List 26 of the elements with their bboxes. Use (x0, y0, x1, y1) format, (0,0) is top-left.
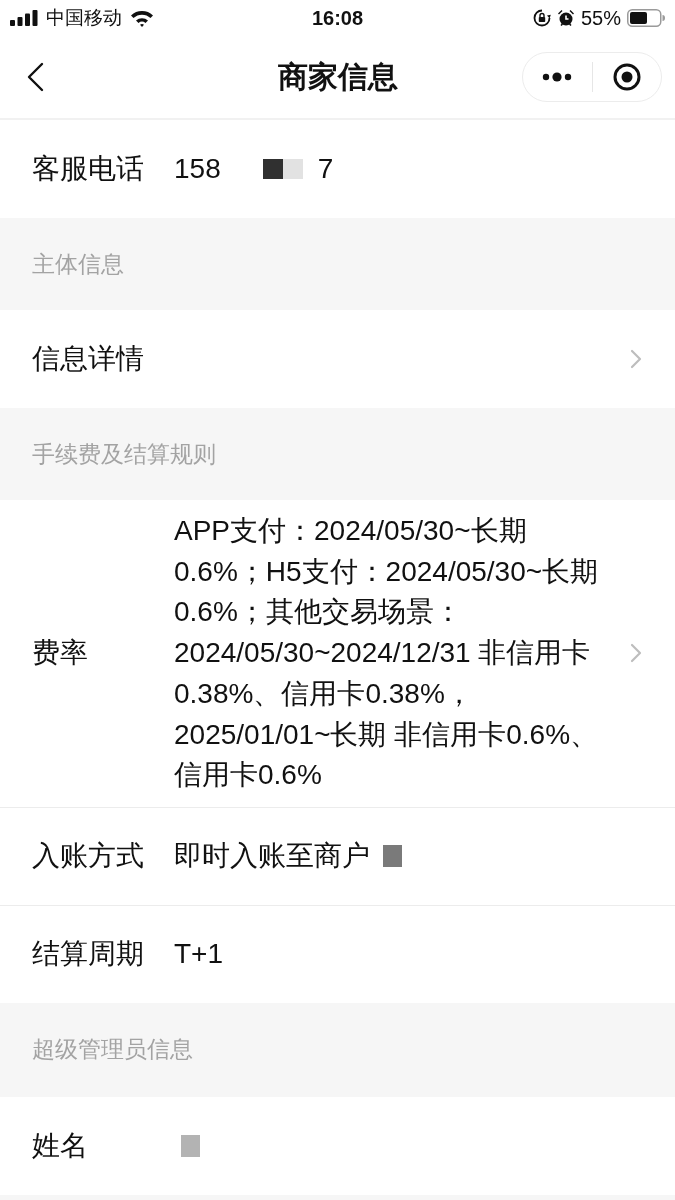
info-row[interactable]: 信息详情 (0, 310, 675, 408)
row-value: APP支付：2024/05/30~长期0.6%；H5支付：2024/05/30~长期0.6%；其他交易场景：2024/05/30~2024/12/31 非信用卡0.38%、信用卡0.38%，2025/01/01~长期 非信用卡0.6%、信用卡0.6% (174, 514, 600, 793)
row-value: 7 (317, 151, 334, 186)
row-value: 即时入账至商户 (174, 839, 370, 874)
carrier-name: 中国移动 (46, 6, 122, 30)
back-icon (26, 62, 44, 92)
alarm-clock-icon (556, 9, 575, 27)
battery-icon (627, 9, 665, 27)
row-label: 结算周期 (32, 937, 145, 972)
wifi-icon (130, 9, 154, 27)
row-label: 信息详情 (32, 342, 145, 376)
row-label: 费率 (32, 636, 89, 671)
rotation-lock-icon (532, 9, 551, 27)
row-label: 入账方式 (32, 839, 145, 874)
row-label: 客服电话 (32, 152, 145, 186)
signal-icon (10, 10, 38, 26)
target-circle-icon (612, 63, 641, 91)
page-title: 商家信息 (277, 58, 398, 95)
status-time: 16:08 (311, 6, 364, 30)
row-label: 姓名 (32, 1128, 89, 1163)
info-row[interactable]: 费率 APP支付：2024/05/30~长期0.6%；H5支付：2024/05/30~长期0.6%；其他交易场景：2024/05/30~2024/12/31 非信用卡0.38%、信用卡0.38%，2025/01/01~长期 非信用卡0.6%、信用卡0.6% (0, 500, 675, 807)
row-value: T+1 (174, 937, 224, 972)
more-dots-icon (542, 72, 573, 82)
back-button[interactable] (26, 62, 44, 92)
row-value: 158 (174, 151, 221, 186)
battery-percent: 55% (580, 6, 621, 30)
